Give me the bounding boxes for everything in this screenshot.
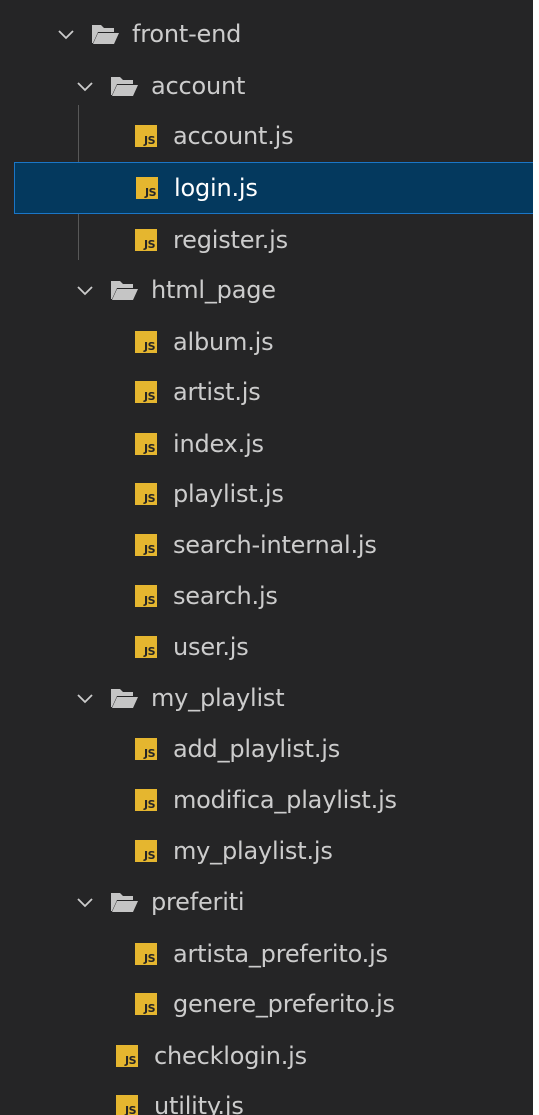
js-file-icon: JS xyxy=(135,331,157,353)
window-edge xyxy=(533,0,539,1115)
file-search-internal-js[interactable]: JS search-internal.js xyxy=(0,519,533,571)
folder-account[interactable]: account xyxy=(0,60,533,112)
file-label: search-internal.js xyxy=(173,531,377,559)
chevron-down-icon xyxy=(58,30,74,40)
file-user-js[interactable]: JS user.js xyxy=(0,621,533,673)
folder-open-icon xyxy=(111,77,138,96)
folder-label: account xyxy=(151,72,246,100)
file-index-js[interactable]: JS index.js xyxy=(0,418,533,470)
js-file-icon: JS xyxy=(135,534,157,556)
folder-label: preferiti xyxy=(151,888,245,916)
file-search-js[interactable]: JS search.js xyxy=(0,570,533,622)
folder-open-icon xyxy=(111,281,138,300)
folder-preferiti[interactable]: preferiti xyxy=(0,876,533,928)
file-artista-preferito-js[interactable]: JS artista_preferito.js xyxy=(0,928,533,980)
file-label: artist.js xyxy=(173,378,261,406)
folder-open-icon xyxy=(111,893,138,912)
file-modifica-playlist-js[interactable]: JS modifica_playlist.js xyxy=(0,774,533,826)
file-label: utility.js xyxy=(154,1092,244,1115)
js-file-icon: JS xyxy=(116,1045,138,1067)
js-file-icon: JS xyxy=(135,125,157,147)
folder-label: front-end xyxy=(132,20,242,48)
file-label: add_playlist.js xyxy=(173,735,341,763)
file-label: account.js xyxy=(173,122,294,150)
file-genere-preferito-js[interactable]: JS genere_preferito.js xyxy=(0,978,533,1030)
file-register-js[interactable]: JS register.js xyxy=(0,214,533,266)
file-utility-js[interactable]: JS utility.js xyxy=(0,1080,533,1115)
js-file-icon: JS xyxy=(116,1095,138,1115)
chevron-down-icon xyxy=(77,82,93,92)
file-label: checklogin.js xyxy=(154,1042,307,1070)
js-file-icon: JS xyxy=(136,177,158,199)
js-file-icon: JS xyxy=(135,585,157,607)
folder-my-playlist[interactable]: my_playlist xyxy=(0,672,533,724)
js-file-icon: JS xyxy=(135,381,157,403)
js-file-icon: JS xyxy=(135,943,157,965)
file-label: index.js xyxy=(173,430,264,458)
file-checklogin-js[interactable]: JS checklogin.js xyxy=(0,1030,533,1082)
js-file-icon: JS xyxy=(135,483,157,505)
js-file-icon: JS xyxy=(135,433,157,455)
file-label: login.js xyxy=(174,174,258,202)
file-label: user.js xyxy=(173,633,249,661)
file-label: my_playlist.js xyxy=(173,837,333,865)
file-label: artista_preferito.js xyxy=(173,940,388,968)
js-file-icon: JS xyxy=(135,840,157,862)
file-label: modifica_playlist.js xyxy=(173,786,397,814)
file-explorer: front-end account JS account.js JS login… xyxy=(0,0,533,1115)
folder-html-page[interactable]: html_page xyxy=(0,264,533,316)
chevron-down-icon xyxy=(77,694,93,704)
file-album-js[interactable]: JS album.js xyxy=(0,316,533,368)
file-account-js[interactable]: JS account.js xyxy=(0,110,533,162)
js-file-icon: JS xyxy=(135,636,157,658)
file-label: register.js xyxy=(173,226,288,254)
folder-label: my_playlist xyxy=(151,684,285,712)
file-label: genere_preferito.js xyxy=(173,990,395,1018)
folder-front-end[interactable]: front-end xyxy=(0,8,533,60)
file-label: album.js xyxy=(173,328,274,356)
file-add-playlist-js[interactable]: JS add_playlist.js xyxy=(0,723,533,775)
folder-open-icon xyxy=(111,689,138,708)
folder-label: html_page xyxy=(151,276,276,304)
js-file-icon: JS xyxy=(135,738,157,760)
folder-open-icon xyxy=(92,25,119,44)
file-label: search.js xyxy=(173,582,278,610)
file-label: playlist.js xyxy=(173,480,284,508)
js-file-icon: JS xyxy=(135,993,157,1015)
js-file-icon: JS xyxy=(135,229,157,251)
js-file-icon: JS xyxy=(135,789,157,811)
file-my-playlist-js[interactable]: JS my_playlist.js xyxy=(0,825,533,877)
file-login-js[interactable]: JS login.js xyxy=(14,162,533,214)
chevron-down-icon xyxy=(77,286,93,296)
file-artist-js[interactable]: JS artist.js xyxy=(0,366,533,418)
file-playlist-js[interactable]: JS playlist.js xyxy=(0,468,533,520)
chevron-down-icon xyxy=(77,898,93,908)
